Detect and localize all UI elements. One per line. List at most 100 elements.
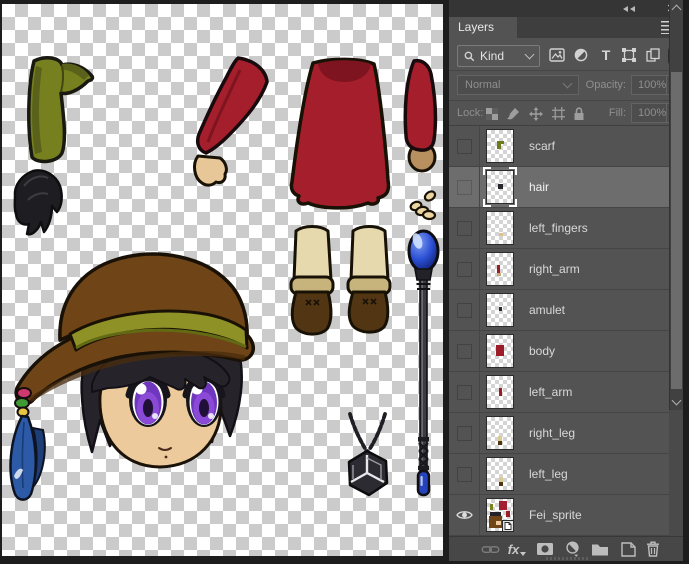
visibility-toggle[interactable]	[449, 249, 480, 289]
layer-thumbnail[interactable]	[486, 498, 514, 532]
smart-object-badge-icon	[502, 520, 514, 532]
layer-thumbnail[interactable]	[486, 129, 514, 163]
layer-thumbnail-cell[interactable]	[480, 293, 520, 327]
filter-kind-dropdown[interactable]: Kind	[457, 45, 540, 67]
add-layer-mask-icon[interactable]	[535, 540, 555, 558]
chevron-down-icon	[525, 50, 535, 60]
sprite-head	[11, 254, 254, 500]
layer-thumbnail-cell[interactable]	[480, 170, 520, 204]
layer-thumbnail[interactable]	[486, 457, 514, 491]
layer-name: left_arm	[529, 385, 572, 399]
layer-thumbnail[interactable]	[486, 293, 514, 327]
visibility-toggle[interactable]	[449, 454, 480, 494]
blend-mode-dropdown[interactable]: Normal	[457, 75, 579, 95]
canvas-area[interactable]	[2, 4, 443, 556]
adjustment-layer-filter-icon[interactable]	[572, 47, 590, 63]
visibility-toggle[interactable]	[449, 126, 480, 166]
layer-name: right_leg	[529, 426, 575, 440]
layer-name: left_leg	[529, 467, 568, 481]
layer-thumbnail[interactable]	[486, 211, 514, 245]
visibility-toggle-well[interactable]	[457, 139, 472, 154]
layer-thumbnail-cell[interactable]	[480, 375, 520, 409]
scroll-up-icon[interactable]	[672, 5, 682, 15]
layer-thumbnail[interactable]	[486, 416, 514, 450]
tab-layers[interactable]: Layers	[449, 17, 517, 38]
visibility-toggle-well[interactable]	[457, 385, 472, 400]
layer-row-left_leg[interactable]: left_leg	[449, 454, 669, 495]
visibility-toggle-well[interactable]	[457, 262, 472, 277]
new-layer-icon[interactable]	[618, 540, 638, 558]
visibility-toggle-well[interactable]	[457, 344, 472, 359]
sprite-staff	[409, 231, 438, 495]
visibility-toggle-well[interactable]	[457, 426, 472, 441]
visibility-toggle-well[interactable]	[457, 303, 472, 318]
link-layers-icon[interactable]	[480, 540, 500, 558]
new-adjustment-layer-icon[interactable]	[562, 540, 582, 558]
visibility-toggle[interactable]	[449, 290, 480, 330]
lock-row: Lock: Fill: 100%	[449, 101, 683, 126]
layer-thumbnail[interactable]	[486, 375, 514, 409]
layer-row-right_leg[interactable]: right_leg	[449, 413, 669, 454]
visibility-toggle-well[interactable]	[457, 180, 472, 195]
type-layer-filter-icon[interactable]: T	[597, 47, 615, 63]
layer-row-amulet[interactable]: amulet	[449, 290, 669, 331]
layer-thumbnail-cell[interactable]	[480, 457, 520, 491]
layer-thumbnail-cell[interactable]	[480, 334, 520, 368]
sprite-scarf	[29, 58, 93, 162]
visibility-toggle[interactable]	[449, 413, 480, 453]
layer-row-right_arm[interactable]: right_arm	[449, 249, 669, 290]
layer-row-Fei_sprite[interactable]: Fei_sprite	[449, 495, 669, 536]
blend-mode-row: Normal Opacity: 100%	[449, 71, 683, 101]
visibility-toggle[interactable]	[449, 331, 480, 371]
layer-filter-row: Kind T	[449, 38, 683, 71]
pixel-layer-filter-icon[interactable]	[548, 47, 566, 63]
sprite-left-arm	[195, 58, 267, 185]
layer-row-hair[interactable]: hair	[449, 167, 669, 208]
layer-row-body[interactable]: body	[449, 331, 669, 372]
layer-row-scarf[interactable]: scarf	[449, 126, 669, 167]
layer-thumbnail-cell[interactable]	[480, 416, 520, 450]
layer-thumbnail-cell[interactable]	[480, 129, 520, 163]
visibility-toggle-well[interactable]	[457, 467, 472, 482]
collapse-panel-icon[interactable]	[623, 6, 637, 12]
visibility-toggle[interactable]	[449, 495, 480, 535]
sprite-right-arm	[405, 61, 435, 171]
sprite-left-leg	[291, 227, 333, 335]
scrollbar-thumb[interactable]	[671, 72, 682, 389]
delete-layer-icon[interactable]	[643, 540, 663, 558]
layer-row-left_fingers[interactable]: left_fingers	[449, 208, 669, 249]
layer-row-left_arm[interactable]: left_arm	[449, 372, 669, 413]
sprite-hat-beads	[15, 388, 31, 417]
panel-resize-gripper[interactable]	[546, 557, 590, 560]
visibility-toggle[interactable]	[449, 208, 480, 248]
visibility-toggle[interactable]	[449, 167, 480, 207]
layer-thumbnail[interactable]	[486, 334, 514, 368]
shape-layer-filter-icon[interactable]	[620, 47, 638, 63]
lock-move-icon[interactable]	[528, 106, 544, 121]
layer-thumbnail-cell[interactable]	[480, 498, 520, 532]
layer-thumbnail[interactable]	[486, 170, 514, 204]
visibility-toggle-well[interactable]	[457, 221, 472, 236]
lock-all-icon[interactable]	[571, 106, 587, 121]
lock-artboard-icon[interactable]	[550, 106, 566, 121]
layer-style-fx-icon[interactable]: fx	[507, 540, 527, 558]
scroll-down-icon[interactable]	[672, 396, 682, 406]
sprite-hair-tuft	[15, 170, 62, 234]
sprite-feather	[11, 416, 45, 500]
layers-panel-toolbar: fx	[449, 536, 683, 561]
new-group-icon[interactable]	[590, 540, 610, 558]
search-icon	[464, 51, 475, 62]
lock-transparency-icon[interactable]	[484, 106, 500, 121]
sprite-right-leg	[348, 227, 390, 333]
layer-thumbnail[interactable]	[486, 252, 514, 286]
lock-label: Lock:	[457, 107, 483, 119]
smart-object-filter-icon[interactable]	[644, 47, 662, 63]
filter-kind-label: Kind	[480, 49, 526, 63]
layer-name: scarf	[529, 139, 555, 153]
visibility-toggle[interactable]	[449, 372, 480, 412]
lock-paint-icon[interactable]	[505, 106, 521, 121]
layer-list-scrollbar[interactable]	[669, 0, 683, 410]
layer-thumbnail-cell[interactable]	[480, 252, 520, 286]
layer-thumbnail-cell[interactable]	[480, 211, 520, 245]
sprite-amulet	[349, 414, 387, 495]
